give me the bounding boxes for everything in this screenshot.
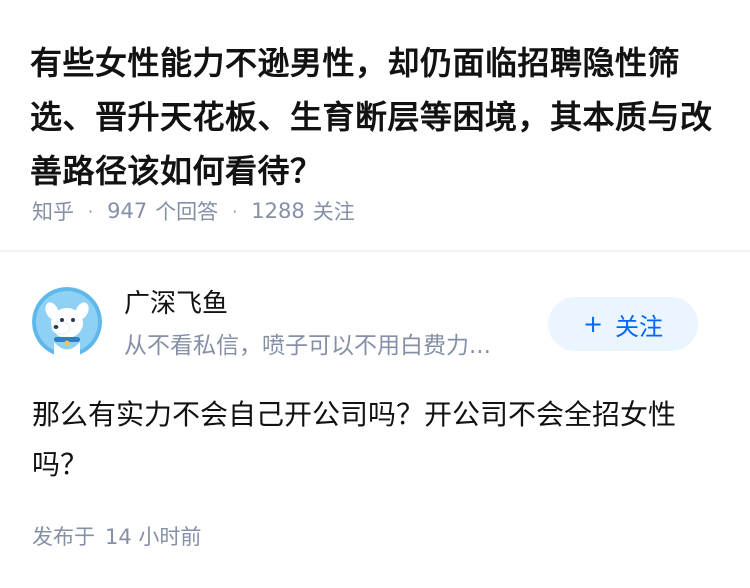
- separator-dot: ·: [88, 201, 94, 221]
- plus-icon: +: [582, 310, 604, 338]
- followers-count: 1288: [251, 199, 305, 223]
- author-name[interactable]: 广深飞鱼: [124, 286, 228, 322]
- author-avatar[interactable]: [32, 287, 102, 357]
- author-bio: 从不看私信，喷子可以不用白费力...: [124, 333, 491, 359]
- follow-button-label: 关注: [615, 312, 664, 341]
- dog-avatar-icon: [32, 287, 102, 357]
- separator-dot: ·: [232, 201, 238, 221]
- answer-content[interactable]: 那么有实力不会自己开公司吗？开公司不会全招女性吗？: [32, 390, 712, 490]
- zhihu-answer-page: 有些女性能力不逊男性，却仍面临招聘隐性筛选、晋升天花板、生育断层等困境，其本质与…: [0, 0, 750, 588]
- published-label: 发布于: [32, 525, 95, 549]
- question-meta: 知乎 · 947 个回答 · 1288 关注: [32, 196, 355, 226]
- followers-label: 关注: [312, 200, 355, 224]
- question-title[interactable]: 有些女性能力不逊男性，却仍面临招聘隐性筛选、晋升天花板、生育断层等困境，其本质与…: [30, 36, 720, 198]
- question-header: 有些女性能力不逊男性，却仍面临招聘隐性筛选、晋升天花板、生育断层等困境，其本质与…: [30, 36, 720, 198]
- section-divider: [0, 250, 750, 252]
- answers-label[interactable]: 个回答: [155, 196, 218, 226]
- follow-button[interactable]: + 关注: [548, 297, 698, 351]
- answer-published-time: 发布于 14 小时前: [32, 522, 201, 552]
- published-time: 14 小时前: [105, 525, 202, 549]
- question-source[interactable]: 知乎: [32, 196, 74, 226]
- answers-count: 947: [107, 199, 148, 223]
